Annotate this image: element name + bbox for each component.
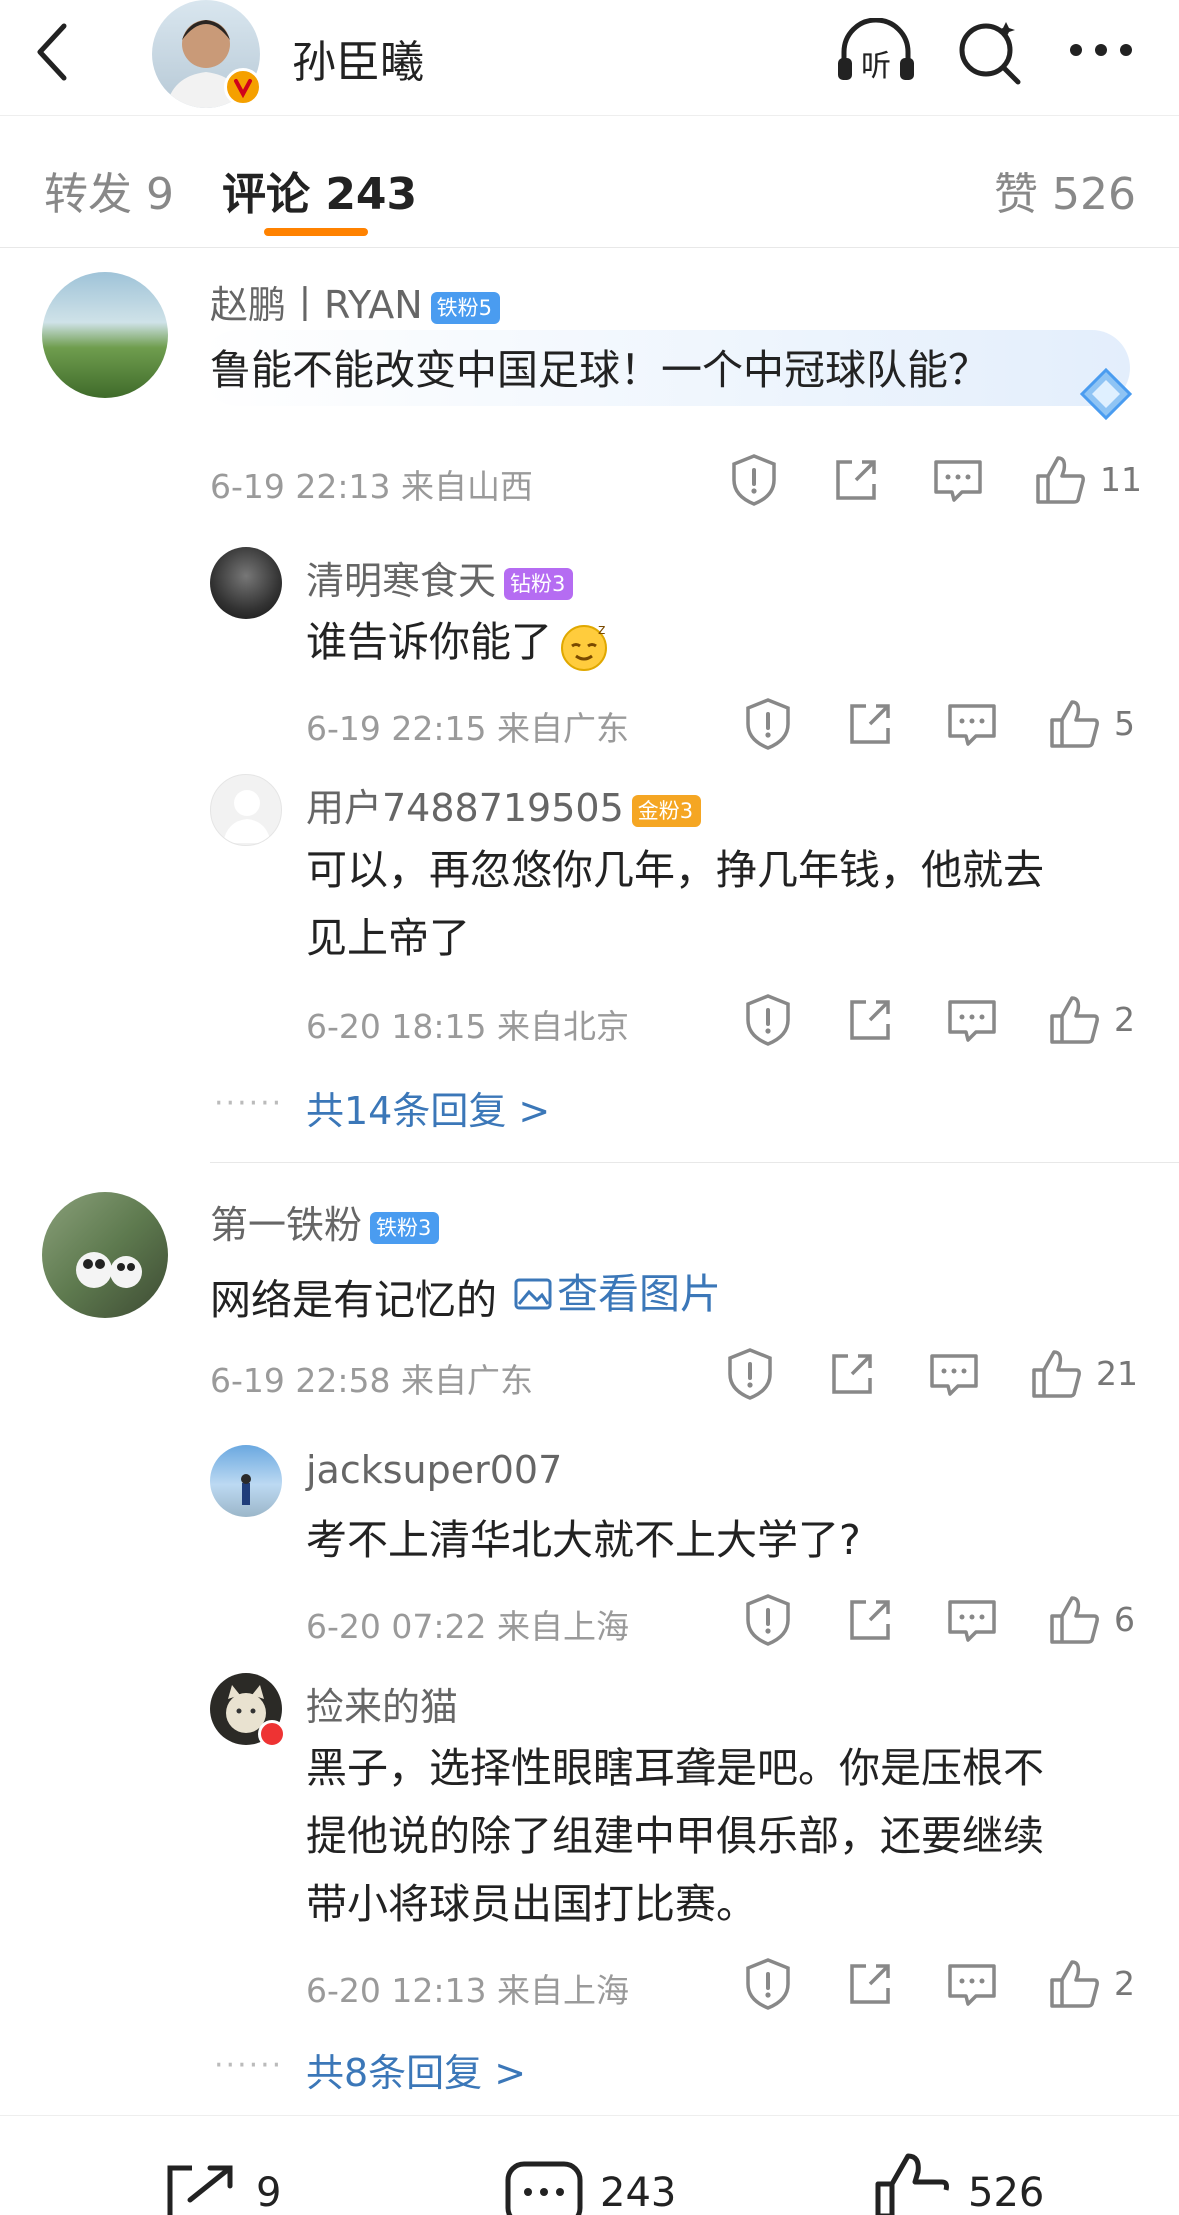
share-icon[interactable] (840, 694, 900, 754)
tab-comments[interactable]: 评论 243 (222, 158, 417, 222)
reply-icon[interactable] (928, 450, 988, 510)
like-count: 2 (1114, 1000, 1135, 1039)
fan-badge: 钻粉3 (504, 567, 574, 600)
like-count: 526 (968, 2170, 1045, 2215)
reply-avatar[interactable] (210, 774, 282, 846)
reply-icon[interactable] (942, 990, 1002, 1050)
reply-meta: 6-20 12:13 来自上海 (306, 1971, 629, 2010)
reply-icon[interactable] (942, 694, 1002, 754)
reply-text-line: 见上帝了 (306, 914, 470, 962)
thread-dots: ······ (214, 2048, 284, 2083)
reply-author[interactable]: 捡来的猫 (306, 1676, 458, 1731)
share-icon[interactable] (822, 1344, 882, 1404)
more-replies-link[interactable]: 共8条回复 > (306, 2042, 526, 2097)
comment-text: 网络是有记忆的 查看图片 (210, 1260, 721, 1334)
share-icon[interactable] (840, 1590, 900, 1650)
like-count: 6 (1114, 1600, 1135, 1639)
divider (210, 1162, 1179, 1163)
fan-badge: 金粉3 (631, 794, 702, 827)
tab-likes[interactable]: 赞 526 (994, 158, 1136, 222)
like-icon[interactable] (872, 2150, 952, 2215)
like-icon[interactable] (1044, 1590, 1104, 1650)
view-image-link[interactable]: 查看图片 (513, 1260, 721, 1328)
comment-avatar[interactable] (42, 272, 168, 398)
like-icon[interactable] (1044, 990, 1104, 1050)
fan-badge: 铁粉3 (370, 1211, 440, 1244)
reply-text: 谁告诉你能了 z (306, 608, 612, 676)
more-icon[interactable] (1066, 40, 1136, 60)
comment-author[interactable]: 赵鹏丨RYAN 铁粉5 (210, 274, 501, 329)
report-icon[interactable] (738, 990, 798, 1050)
repost-icon[interactable] (160, 2160, 240, 2215)
reply-text-line: 黑子，选择性眼瞎耳聋是吧。你是压根不 (306, 1744, 1044, 1792)
tab-bar: 转发 9 评论 243 赞 526 (0, 116, 1179, 248)
top-bar: 孙臣曦 听 (0, 0, 1179, 116)
reply-avatar[interactable] (210, 547, 282, 619)
share-icon[interactable] (840, 1954, 900, 2014)
comment-meta: 6-19 22:58 来自广东 (210, 1361, 533, 1400)
comment-avatar[interactable] (42, 1192, 168, 1318)
share-icon[interactable] (826, 450, 886, 510)
report-icon[interactable] (724, 450, 784, 510)
reply-text-line: 带小将球员出国打比赛。 (306, 1880, 757, 1928)
comment-icon[interactable] (504, 2160, 584, 2215)
listen-label: 听 (861, 49, 891, 84)
like-count: 21 (1096, 1354, 1138, 1393)
weibo-comments-screen: 孙臣曦 听 转发 9 评论 243 赞 526 赵鹏丨RYAN 铁粉5 鲁能不能改… (0, 0, 1179, 2215)
repost-count: 9 (256, 2170, 282, 2215)
report-icon[interactable] (738, 694, 798, 754)
reply-text-line: 可以，再忽悠你几年，挣几年钱，他就去 (306, 846, 1044, 894)
reply-text: 考不上清华北大就不上大学了? (306, 1516, 861, 1564)
comment-count: 243 (600, 2170, 677, 2215)
like-icon[interactable] (1030, 450, 1090, 510)
reply-icon[interactable] (924, 1344, 984, 1404)
reply-text-line: 提他说的除了组建中甲俱乐部，还要继续 (306, 1812, 1044, 1860)
reply-icon[interactable] (942, 1954, 1002, 2014)
share-icon[interactable] (840, 990, 900, 1050)
thread-dots: ······ (214, 1086, 284, 1121)
member-badge-icon (258, 1720, 286, 1748)
comment-meta: 6-19 22:13 来自山西 (210, 467, 533, 506)
verified-badge-icon (224, 68, 262, 106)
reply-meta: 6-20 07:22 来自上海 (306, 1607, 629, 1646)
like-count: 2 (1114, 1964, 1135, 2003)
more-replies-link[interactable]: 共14条回复 > (306, 1080, 550, 1135)
reply-icon[interactable] (942, 1590, 1002, 1650)
reply-author[interactable]: 清明寒食天 钻粉3 (306, 550, 574, 605)
reply-meta: 6-20 18:15 来自北京 (306, 1007, 629, 1046)
diamond-icon (1078, 366, 1134, 422)
reply-meta: 6-19 22:15 来自广东 (306, 709, 629, 748)
fan-badge: 铁粉5 (430, 291, 501, 324)
like-icon[interactable] (1044, 1954, 1104, 2014)
comment-text: 鲁能不能改变中国足球！一个中冠球队能？ (210, 346, 989, 394)
like-count: 5 (1114, 704, 1135, 743)
reply-avatar[interactable] (210, 1445, 282, 1517)
back-icon[interactable] (30, 20, 74, 84)
report-icon[interactable] (738, 1954, 798, 2014)
tab-repost[interactable]: 转发 9 (44, 158, 174, 222)
page-title: 孙臣曦 (292, 37, 424, 88)
reply-author[interactable]: jacksuper007 (306, 1448, 562, 1492)
search-icon[interactable] (954, 16, 1024, 86)
svg-text:z: z (598, 622, 605, 638)
sleepy-emoji-icon: z (558, 618, 612, 672)
report-icon[interactable] (720, 1344, 780, 1404)
report-icon[interactable] (738, 1590, 798, 1650)
headphones-icon[interactable]: 听 (834, 18, 918, 84)
bottom-action-bar: 9 243 526 (0, 2115, 1179, 2215)
comment-author[interactable]: 第一铁粉 铁粉3 (210, 1194, 440, 1249)
active-tab-indicator (264, 228, 368, 236)
like-count: 11 (1100, 460, 1142, 499)
image-icon (513, 1274, 553, 1314)
like-icon[interactable] (1026, 1344, 1086, 1404)
reply-author[interactable]: 用户7488719505 金粉3 (306, 777, 702, 832)
like-icon[interactable] (1044, 694, 1104, 754)
